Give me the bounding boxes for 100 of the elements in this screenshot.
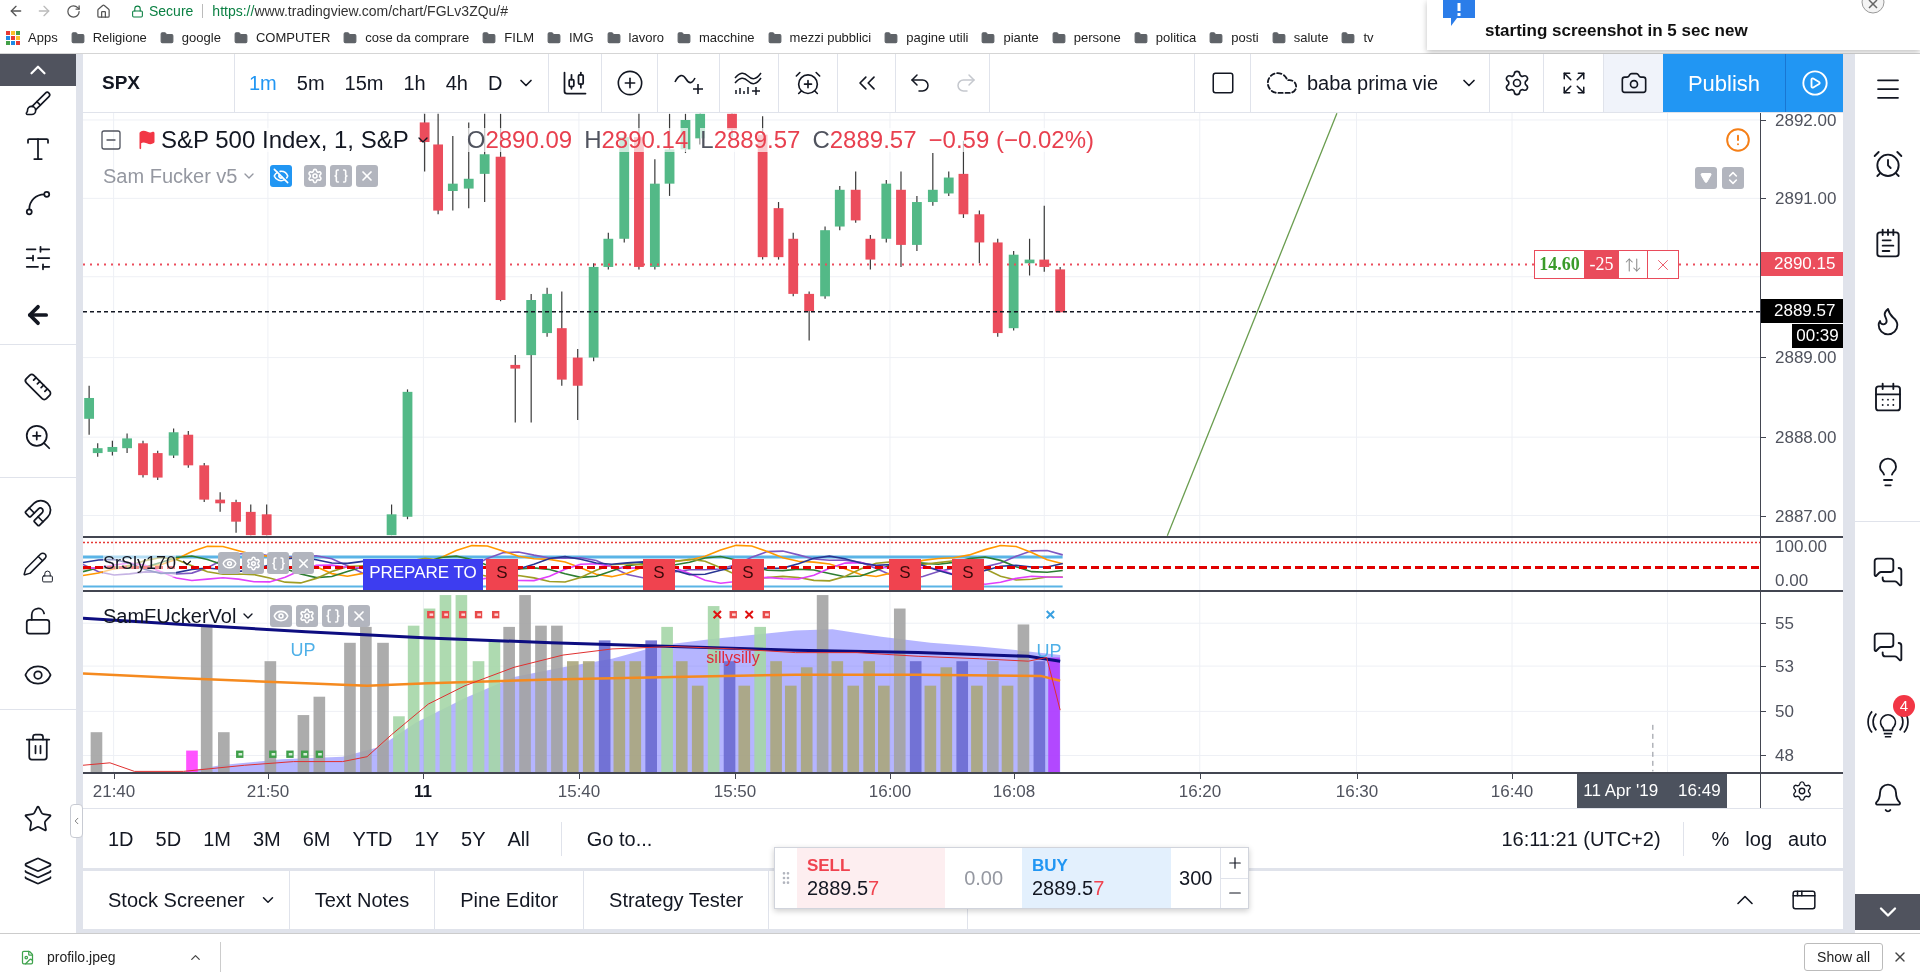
price-tick: 2887.00 (1775, 508, 1837, 525)
scale-button[interactable]: % (1703, 818, 1738, 859)
close-icon[interactable] (1861, 0, 1885, 14)
panel-tab[interactable]: Strategy Tester (584, 871, 769, 929)
brush-icon[interactable] (24, 90, 52, 118)
value-tick: 0.00 (1775, 572, 1809, 589)
interval-button[interactable]: 4h (435, 63, 478, 103)
up-down-arrows-icon[interactable] (1624, 255, 1642, 274)
address-field[interactable]: https://www.tradingview.com/chart/FGLv3ZQu/# (212, 0, 509, 22)
bookmark[interactable]: COMPUTER (233, 27, 331, 48)
symbol-title[interactable]: S&P 500 Index, 1, S&P (161, 128, 409, 152)
signal-mark: S (889, 559, 921, 590)
signal-text: UP (290, 641, 316, 659)
range-button[interactable]: YTD (341, 818, 404, 859)
bookmark[interactable]: cose da comprare (343, 27, 470, 48)
fullscreen-icon[interactable] (1560, 70, 1587, 96)
eye-off-icon[interactable] (270, 165, 293, 187)
add-circle-icon[interactable] (615, 69, 644, 97)
waves-plus-icon[interactable] (734, 70, 764, 96)
quantity-field[interactable]: 300 (1171, 848, 1221, 908)
candlestick-icon[interactable] (561, 69, 589, 97)
chat-icon[interactable] (1871, 555, 1904, 588)
scale-button[interactable]: auto (1780, 818, 1835, 859)
bookmark[interactable]: FILM (482, 27, 534, 48)
notification-text: starting screenshot in 5 sec new (1485, 20, 1748, 43)
panel-tab[interactable]: Text Notes (289, 871, 435, 929)
bookmark[interactable]: lavoro (606, 27, 664, 48)
sell-button[interactable]: SELL 2889.57 (796, 848, 946, 908)
scale-button[interactable]: log (1737, 818, 1781, 859)
goto-button[interactable]: Go to... (580, 818, 659, 859)
symbol-button[interactable]: SPX (95, 63, 148, 103)
layers-icon[interactable] (23, 855, 53, 886)
layout-name[interactable]: baba prima vie (1307, 68, 1439, 98)
unlock-icon[interactable] (23, 606, 53, 636)
candle (261, 503, 272, 536)
signal-mark: S (643, 559, 675, 590)
bookmark[interactable]: mezzi pubblici (767, 27, 872, 48)
candle (419, 113, 430, 172)
pencil-lock-icon[interactable] (22, 551, 54, 583)
file-name[interactable]: profilo.jpeg (47, 946, 116, 968)
play-icon[interactable] (1800, 69, 1829, 97)
bookmark[interactable]: Religione (70, 27, 147, 48)
play-button[interactable] (1785, 54, 1843, 112)
show-all-button[interactable]: Show all (1804, 943, 1883, 971)
bookmark[interactable]: macchine (676, 27, 755, 48)
time-tick: 16:08 (992, 783, 1036, 800)
panel-tab[interactable]: Stock Screener (83, 871, 270, 929)
candle (510, 354, 521, 424)
interval-button[interactable]: 1h (393, 63, 436, 103)
crosshair-line (1652, 724, 1654, 772)
range-button[interactable]: 1Y (403, 818, 450, 859)
home-icon[interactable] (96, 3, 111, 19)
camera-button[interactable] (1604, 54, 1663, 112)
curve-icon[interactable] (23, 188, 53, 218)
bookmark[interactable]: Apps (6, 27, 58, 48)
chat-icon[interactable] (1871, 631, 1904, 663)
reload-icon[interactable] (66, 3, 81, 19)
range-button[interactable]: 1M (192, 818, 242, 859)
price-change: −0.59 (−0.02%) (928, 128, 1094, 152)
minus-square-icon[interactable] (99, 128, 123, 152)
settings-icon[interactable] (1791, 780, 1813, 802)
star-icon[interactable] (23, 804, 53, 834)
range-button[interactable]: 3M (241, 818, 292, 859)
zoom-in-icon[interactable] (23, 422, 53, 452)
interval-button[interactable]: D (478, 63, 513, 103)
range-button[interactable]: 5D (144, 818, 193, 859)
bookmark[interactable]: salute (1271, 27, 1329, 48)
indicator-title[interactable]: SamFUckerVol (103, 601, 237, 631)
alarm-clock-icon[interactable] (1871, 148, 1904, 180)
bookmark[interactable]: politica (1133, 27, 1197, 48)
square-icon[interactable] (1209, 70, 1236, 96)
volume-bar (393, 716, 405, 772)
warning-icon[interactable] (1725, 127, 1751, 153)
bookmark[interactable]: piante (981, 27, 1039, 48)
interval-button[interactable]: 5m (286, 63, 335, 103)
buy-button[interactable]: BUY 2889.57 (1021, 848, 1172, 908)
range-button[interactable]: 6M (291, 818, 342, 859)
folder-icon (233, 30, 248, 45)
bookmark[interactable]: persone (1051, 27, 1121, 48)
ruler-icon[interactable] (23, 372, 53, 402)
bookmark[interactable]: google (159, 27, 221, 48)
bookmark[interactable]: pagine utili (884, 27, 969, 48)
cross-marker-icon (712, 610, 722, 620)
value-tick: 55 (1775, 615, 1794, 632)
indicator-title[interactable]: SrSly170 (103, 549, 177, 577)
spread-value: 0.00 (963, 866, 1005, 891)
back-icon[interactable] (8, 3, 24, 19)
range-button[interactable]: 1D (97, 818, 145, 859)
range-button[interactable]: All (496, 818, 541, 859)
magnet-icon[interactable] (23, 498, 53, 528)
folder-icon (676, 30, 691, 45)
bookmark[interactable]: tv (1341, 27, 1374, 48)
square-marker-icon (729, 611, 737, 619)
range-button[interactable]: 5Y (450, 818, 497, 859)
panel-tab[interactable]: Pine Editor (435, 871, 584, 929)
bookmark[interactable]: IMG (546, 27, 594, 48)
alarm-plus-icon[interactable] (794, 69, 822, 97)
interval-button[interactable]: 15m (334, 63, 394, 103)
bookmark[interactable]: posti (1209, 27, 1259, 48)
trash-icon[interactable] (23, 732, 53, 762)
